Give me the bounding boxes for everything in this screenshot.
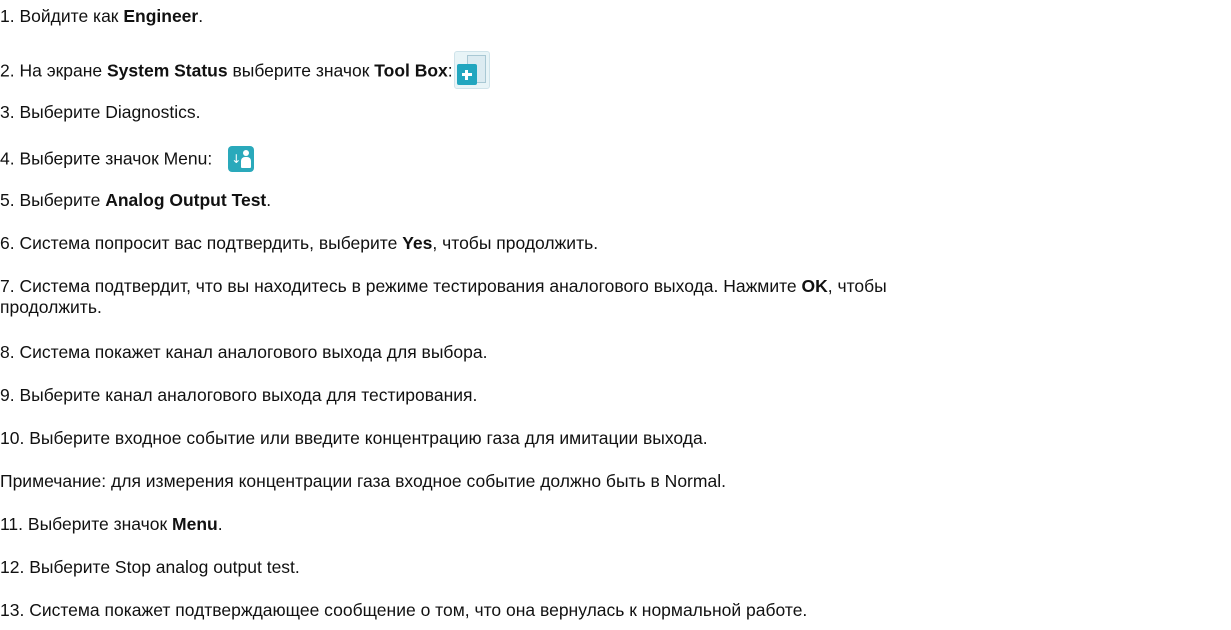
toolbox-icon <box>453 51 490 89</box>
step-2-end: : <box>447 60 453 81</box>
step-6-text: 6. Система попросит вас подтвердить, выб… <box>0 233 403 253</box>
step-3-text: 3. Выберите Diagnostics. <box>0 102 201 122</box>
step-6: 6. Система попросит вас подтвердить, выб… <box>0 233 598 254</box>
step-5-option: Analog Output Test <box>105 190 267 210</box>
step-13-text: 13. Система покажет подтверждающее сообщ… <box>0 600 808 620</box>
step-12-text: 12. Выберите Stop analog output test. <box>0 557 300 577</box>
step-11-option: Menu <box>172 514 218 534</box>
step-7-wrap: продолжить. <box>0 297 102 318</box>
step-1-text: 1. Войдите как <box>0 6 124 26</box>
step-7-option: OK <box>801 276 828 296</box>
step-8-text: 8. Система покажет канал аналогового вых… <box>0 342 488 362</box>
step-2-text: 2. На экране <box>0 60 107 81</box>
step-3: 3. Выберите Diagnostics. <box>0 102 201 123</box>
step-1: 1. Войдите как Engineer. <box>0 6 203 27</box>
step-1-end: . <box>198 6 204 26</box>
step-8: 8. Система покажет канал аналогового вых… <box>0 342 488 363</box>
step-5: 5. Выберите Analog Output Test. <box>0 190 271 211</box>
step-7-wrap-text: продолжить. <box>0 297 102 317</box>
step-2-screen-name: System Status <box>107 60 228 81</box>
step-2: 2. На экране System Status выберите знач… <box>0 51 490 91</box>
step-10: 10. Выберите входное событие или введите… <box>0 428 708 449</box>
step-4-text: 4. Выберите значок Menu: <box>0 148 213 169</box>
note: Примечание: для измерения концентрации г… <box>0 471 726 492</box>
step-10-text: 10. Выберите входное событие или введите… <box>0 428 708 448</box>
step-9: 9. Выберите канал аналогового выхода для… <box>0 385 477 406</box>
step-6-option: Yes <box>402 233 433 253</box>
step-7-end: , чтобы <box>827 276 887 296</box>
step-6-end: , чтобы продолжить. <box>432 233 599 253</box>
step-7: 7. Система подтвердит, что вы находитесь… <box>0 276 887 297</box>
step-12: 12. Выберите Stop analog output test. <box>0 557 300 578</box>
note-text: Примечание: для измерения концентрации г… <box>0 471 726 491</box>
menu-icon: ↓ <box>228 146 255 172</box>
instruction-document: 1. Войдите как Engineer. 2. На экране Sy… <box>0 0 1231 630</box>
step-5-end: . <box>266 190 272 210</box>
step-11: 11. Выберите значок Menu. <box>0 514 223 535</box>
step-9-text: 9. Выберите канал аналогового выхода для… <box>0 385 478 405</box>
step-7-text: 7. Система подтвердит, что вы находитесь… <box>0 276 802 296</box>
step-1-role: Engineer <box>123 6 199 26</box>
step-4: 4. Выберите значок Menu: ↓ <box>0 146 255 173</box>
step-13: 13. Система покажет подтверждающее сообщ… <box>0 600 807 621</box>
step-11-end: . <box>217 514 223 534</box>
step-2-icon-name: Tool Box <box>374 60 448 81</box>
step-2-mid: выберите значок <box>227 60 375 81</box>
step-11-text: 11. Выберите значок <box>0 514 173 534</box>
step-5-text: 5. Выберите <box>0 190 106 210</box>
